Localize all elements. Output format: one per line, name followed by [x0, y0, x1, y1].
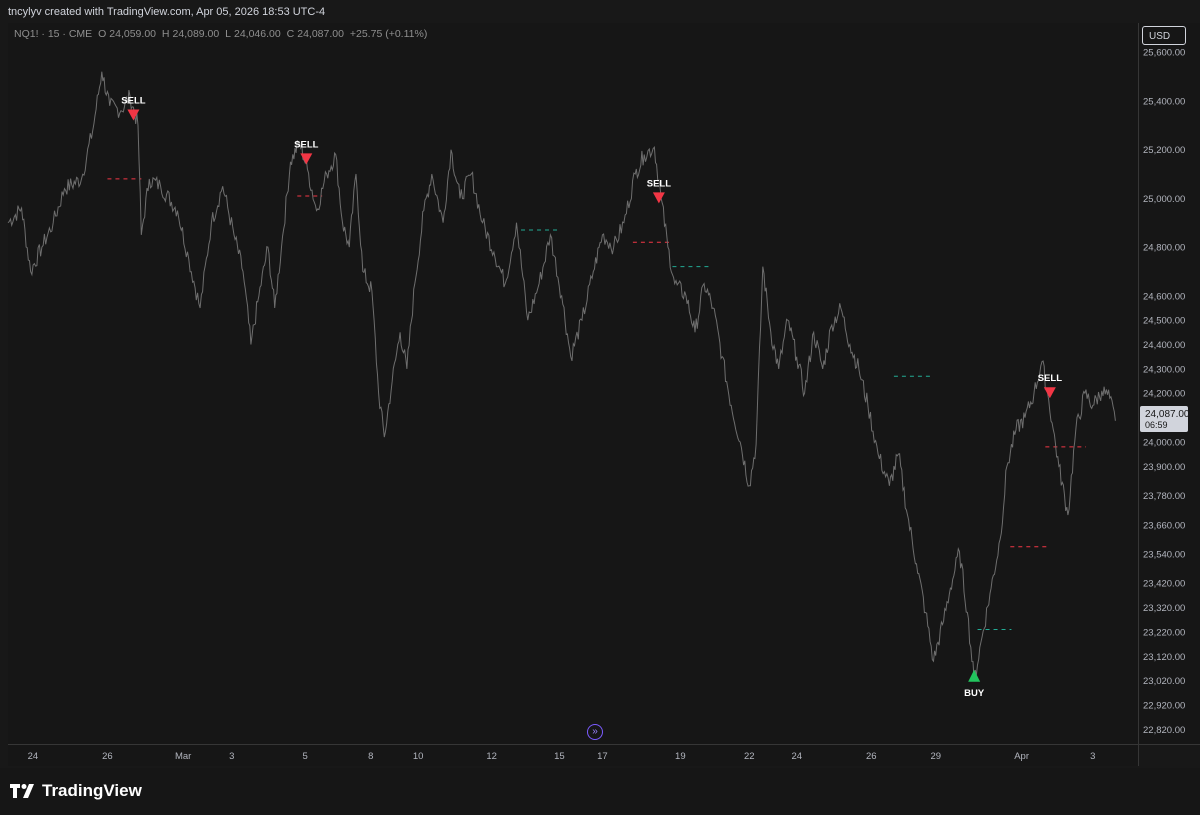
- price-line: [7, 71, 1116, 681]
- x-tick-label: Mar: [175, 751, 191, 762]
- y-tick-label: 22,820.00: [1143, 725, 1185, 736]
- y-tick-label: 25,600.00: [1143, 48, 1185, 59]
- countdown-value: 06:59: [1145, 420, 1168, 430]
- x-tick-label: 19: [675, 751, 686, 762]
- sell-signal-label: SELL: [647, 178, 671, 189]
- x-tick-label: 24: [28, 751, 39, 762]
- x-tick-label: Apr: [1014, 751, 1029, 762]
- tradingview-logo[interactable]: TradingView: [10, 781, 142, 801]
- tradingview-logo-icon: [10, 784, 34, 798]
- y-tick-label: 23,780.00: [1143, 491, 1185, 502]
- sell-signal-label: SELL: [121, 96, 145, 107]
- price-chart: 25,600.00 25,400.00 25,200.00 25,000.00 24,8…: [7, 48, 1190, 762]
- x-tick-label: 29: [930, 751, 941, 762]
- signal-markers: SELL SELL SELL BUY SELL: [121, 96, 1062, 699]
- y-tick-label: 24,600.00: [1143, 291, 1185, 302]
- x-axis-ticks: 24 26 Mar 3 5 8 10 12 15 17 19 22 24 26 29 Apr 3: [28, 751, 1096, 762]
- last-price-label: 24,087.00 06:59: [1140, 406, 1190, 432]
- y-tick-label: 24,800.00: [1143, 243, 1185, 254]
- sell-signal-marker: [300, 153, 313, 165]
- y-tick-label: 25,200.00: [1143, 145, 1185, 156]
- x-tick-label: 10: [413, 751, 424, 762]
- y-tick-label: 24,200.00: [1143, 389, 1185, 400]
- scroll-to-realtime-button[interactable]: »: [587, 724, 603, 740]
- signal-levels: [107, 178, 1087, 631]
- y-tick-label: 23,020.00: [1143, 676, 1185, 687]
- y-tick-label: 23,540.00: [1143, 550, 1185, 561]
- x-tick-label: 22: [744, 751, 755, 762]
- sell-signal-marker: [652, 192, 665, 204]
- x-tick-label: 15: [554, 751, 565, 762]
- x-tick-label: 26: [866, 751, 877, 762]
- x-tick-label: 12: [486, 751, 497, 762]
- x-tick-label: 3: [229, 751, 234, 762]
- y-tick-label: 23,900.00: [1143, 462, 1185, 473]
- x-tick-label: 24: [791, 751, 802, 762]
- x-tick-label: 5: [303, 751, 308, 762]
- x-tick-label: 26: [102, 751, 113, 762]
- y-tick-label: 22,920.00: [1143, 701, 1185, 712]
- y-axis-ticks: 25,600.00 25,400.00 25,200.00 25,000.00 24,8…: [1143, 48, 1185, 736]
- brand-name: TradingView: [42, 781, 142, 800]
- sell-signal-label: SELL: [1038, 373, 1062, 384]
- x-tick-label: 3: [1090, 751, 1095, 762]
- y-tick-label: 23,420.00: [1143, 579, 1185, 590]
- buy-signal-label: BUY: [964, 688, 985, 699]
- x-tick-label: 17: [597, 751, 608, 762]
- y-tick-label: 24,500.00: [1143, 316, 1185, 327]
- y-tick-label: 23,320.00: [1143, 603, 1185, 614]
- y-tick-label: 23,220.00: [1143, 627, 1185, 638]
- buy-signal-marker: [968, 669, 981, 682]
- sell-signal-label: SELL: [294, 139, 318, 150]
- y-tick-label: 25,400.00: [1143, 96, 1185, 107]
- y-tick-label: 24,000.00: [1143, 437, 1185, 448]
- x-tick-label: 8: [368, 751, 373, 762]
- y-tick-label: 24,300.00: [1143, 364, 1185, 375]
- last-price-value: 24,087.00: [1145, 409, 1190, 420]
- y-tick-label: 24,400.00: [1143, 340, 1185, 351]
- y-tick-label: 23,120.00: [1143, 652, 1185, 663]
- y-tick-label: 25,000.00: [1143, 194, 1185, 205]
- sell-signal-marker: [1043, 387, 1056, 399]
- y-tick-label: 23,660.00: [1143, 520, 1185, 531]
